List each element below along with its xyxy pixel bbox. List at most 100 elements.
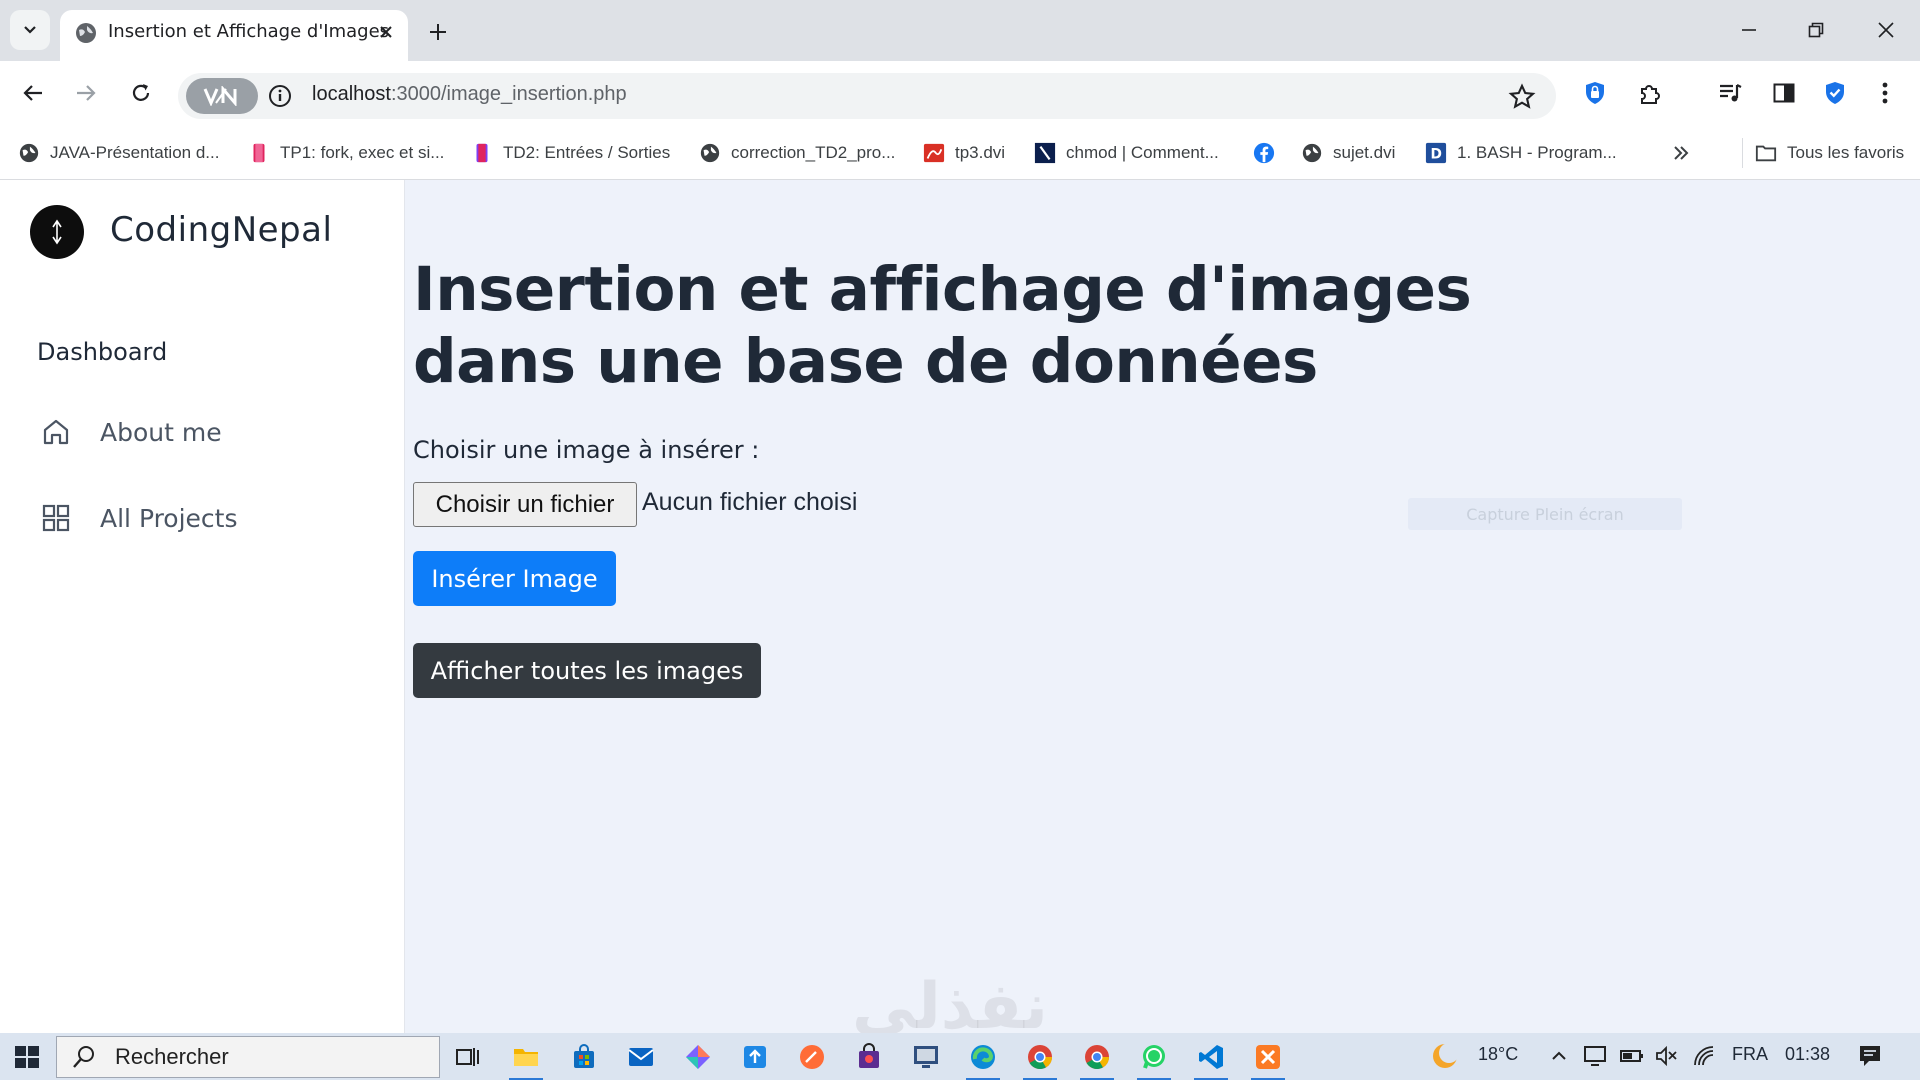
chevron-up-icon[interactable] xyxy=(1550,1047,1568,1065)
tab-strip: Insertion et Affichage d'Images xyxy=(0,0,1920,61)
app-taskbar-icon[interactable] xyxy=(681,1040,715,1074)
file-status-text: Aucun fichier choisi xyxy=(642,488,858,516)
page-content: CodingNepal Dashboard About me All Proje… xyxy=(0,180,1920,1044)
choose-file-button[interactable]: Choisir un fichier xyxy=(413,482,637,527)
battery-icon[interactable] xyxy=(1620,1046,1644,1066)
side-panel-button[interactable] xyxy=(1764,73,1804,113)
sidebar-item-about-me[interactable]: About me xyxy=(40,412,222,452)
home-icon xyxy=(43,419,69,445)
close-window-button[interactable] xyxy=(1862,10,1910,50)
back-button[interactable] xyxy=(13,73,53,113)
taskbar-search-placeholder: Rechercher xyxy=(115,1044,229,1069)
bookmark-item[interactable] xyxy=(1253,138,1275,168)
taskbar-search[interactable]: Rechercher xyxy=(56,1036,440,1078)
display-icon[interactable] xyxy=(1583,1045,1607,1067)
vscode-icon xyxy=(1199,1045,1223,1069)
security-extension[interactable] xyxy=(1815,73,1855,113)
windows-start-icon[interactable] xyxy=(10,1041,44,1073)
upload-app-taskbar-icon[interactable] xyxy=(738,1040,772,1074)
browser-tab[interactable]: Insertion et Affichage d'Images xyxy=(60,10,408,61)
all-bookmarks-folder[interactable]: Tous les favoris xyxy=(1742,138,1904,168)
store-taskbar-icon[interactable] xyxy=(567,1040,601,1074)
tab-search-button[interactable] xyxy=(10,10,50,50)
reload-icon xyxy=(132,84,150,101)
temperature-text[interactable]: 18°C xyxy=(1478,1044,1518,1065)
diamond-app-icon xyxy=(686,1045,710,1069)
file-explorer-taskbar-icon[interactable] xyxy=(509,1040,543,1080)
bookmark-item[interactable]: TD2: Entrées / Sorties xyxy=(471,138,670,168)
bookmark-item[interactable]: tp3.dvi xyxy=(923,138,1005,168)
minimize-button[interactable] xyxy=(1725,10,1773,50)
volume-muted-icon[interactable] xyxy=(1655,1045,1679,1067)
password-extension[interactable] xyxy=(1575,73,1615,113)
address-bar[interactable]: localhost:3000/image_insertion.php xyxy=(178,73,1556,119)
sidebar-item-label: All Projects xyxy=(100,503,238,533)
grid-icon xyxy=(42,504,70,532)
chrome-profile-taskbar-icon[interactable] xyxy=(1080,1040,1114,1080)
reload-button[interactable] xyxy=(121,73,161,113)
chrome-icon xyxy=(1085,1045,1109,1070)
bookmark-item[interactable]: D 1. BASH - Program... xyxy=(1425,138,1617,168)
task-view-icon xyxy=(456,1048,479,1066)
show-all-images-button[interactable]: Afficher toutes les images xyxy=(413,643,761,698)
bookmark-item[interactable]: correction_TD2_pro... xyxy=(699,138,895,168)
more-bookmarks-button[interactable] xyxy=(1672,138,1690,168)
new-tab-button[interactable] xyxy=(420,14,456,50)
restore-button[interactable] xyxy=(1792,10,1840,50)
bookmark-icon xyxy=(476,143,488,163)
clock-time[interactable]: 01:38 xyxy=(1785,1044,1830,1065)
extensions-button[interactable] xyxy=(1630,73,1670,113)
screen-app-icon xyxy=(914,1046,938,1068)
store-icon xyxy=(574,1044,594,1068)
language-indicator[interactable]: FRA xyxy=(1732,1044,1768,1065)
insert-image-button[interactable]: Insérer Image xyxy=(413,551,616,606)
bookmark-item[interactable]: JAVA-Présentation d... xyxy=(18,138,219,168)
forward-button[interactable] xyxy=(66,73,106,113)
brand-logo[interactable] xyxy=(30,205,84,259)
weather-icon[interactable] xyxy=(1430,1041,1460,1071)
task-view-button[interactable] xyxy=(451,1040,485,1074)
bookmark-label: sujet.dvi xyxy=(1333,143,1396,162)
facebook-icon xyxy=(1253,142,1275,164)
bookmark-item[interactable]: chmod | Comment... xyxy=(1034,138,1219,168)
screenshot-overlay-hint: Capture Plein écran xyxy=(1408,498,1682,530)
plus-icon xyxy=(430,24,446,40)
mail-taskbar-icon[interactable] xyxy=(624,1040,658,1074)
chrome-taskbar-icon[interactable] xyxy=(1023,1040,1057,1080)
page-title: Insertion et affichage d'images dans une… xyxy=(413,254,1513,398)
vpn-badge[interactable] xyxy=(186,78,258,114)
url-text[interactable]: localhost:3000/image_insertion.php xyxy=(312,83,627,106)
arrow-right-icon xyxy=(77,85,96,101)
xampp-taskbar-icon[interactable] xyxy=(1251,1040,1285,1080)
restore-icon xyxy=(1808,22,1824,38)
notification-icon[interactable] xyxy=(1857,1043,1883,1069)
bookmark-star-icon[interactable] xyxy=(1508,83,1536,111)
wifi-icon[interactable] xyxy=(1692,1045,1716,1067)
bookmarks-bar: JAVA-Présentation d... TP1: fork, exec e… xyxy=(0,128,1920,180)
sidebar-item-all-projects[interactable]: All Projects xyxy=(40,498,238,538)
bookmark-label: tp3.dvi xyxy=(955,143,1006,162)
menu-button[interactable] xyxy=(1865,73,1905,113)
close-icon xyxy=(380,26,392,38)
whatsapp-taskbar-icon[interactable] xyxy=(1137,1040,1171,1080)
url-path: :3000/image_insertion.php xyxy=(390,83,627,105)
postman-taskbar-icon[interactable] xyxy=(795,1040,829,1074)
all-bookmarks-label: Tous les favoris xyxy=(1787,143,1905,162)
app-taskbar-icon[interactable] xyxy=(852,1040,886,1074)
info-icon[interactable] xyxy=(268,84,292,108)
media-controls-button[interactable] xyxy=(1710,73,1750,113)
bookmark-label: chmod | Comment... xyxy=(1066,143,1219,162)
page-title-line: dans une base de données xyxy=(413,326,1318,397)
bookmark-label: correction_TD2_pro... xyxy=(731,143,896,162)
shopping-bag-icon xyxy=(859,1043,879,1068)
bookmark-label: TD2: Entrées / Sorties xyxy=(503,143,671,162)
bookmark-item[interactable]: TP1: fork, exec et si... xyxy=(248,138,444,168)
app-taskbar-icon[interactable] xyxy=(909,1040,943,1074)
vscode-taskbar-icon[interactable] xyxy=(1194,1040,1228,1080)
pdf-icon xyxy=(923,143,945,163)
bookmark-item[interactable]: sujet.dvi xyxy=(1301,138,1395,168)
puzzle-icon xyxy=(1641,85,1660,104)
close-tab-button[interactable] xyxy=(372,18,400,46)
edge-taskbar-icon[interactable] xyxy=(966,1040,1000,1080)
globe-icon xyxy=(1302,143,1322,163)
